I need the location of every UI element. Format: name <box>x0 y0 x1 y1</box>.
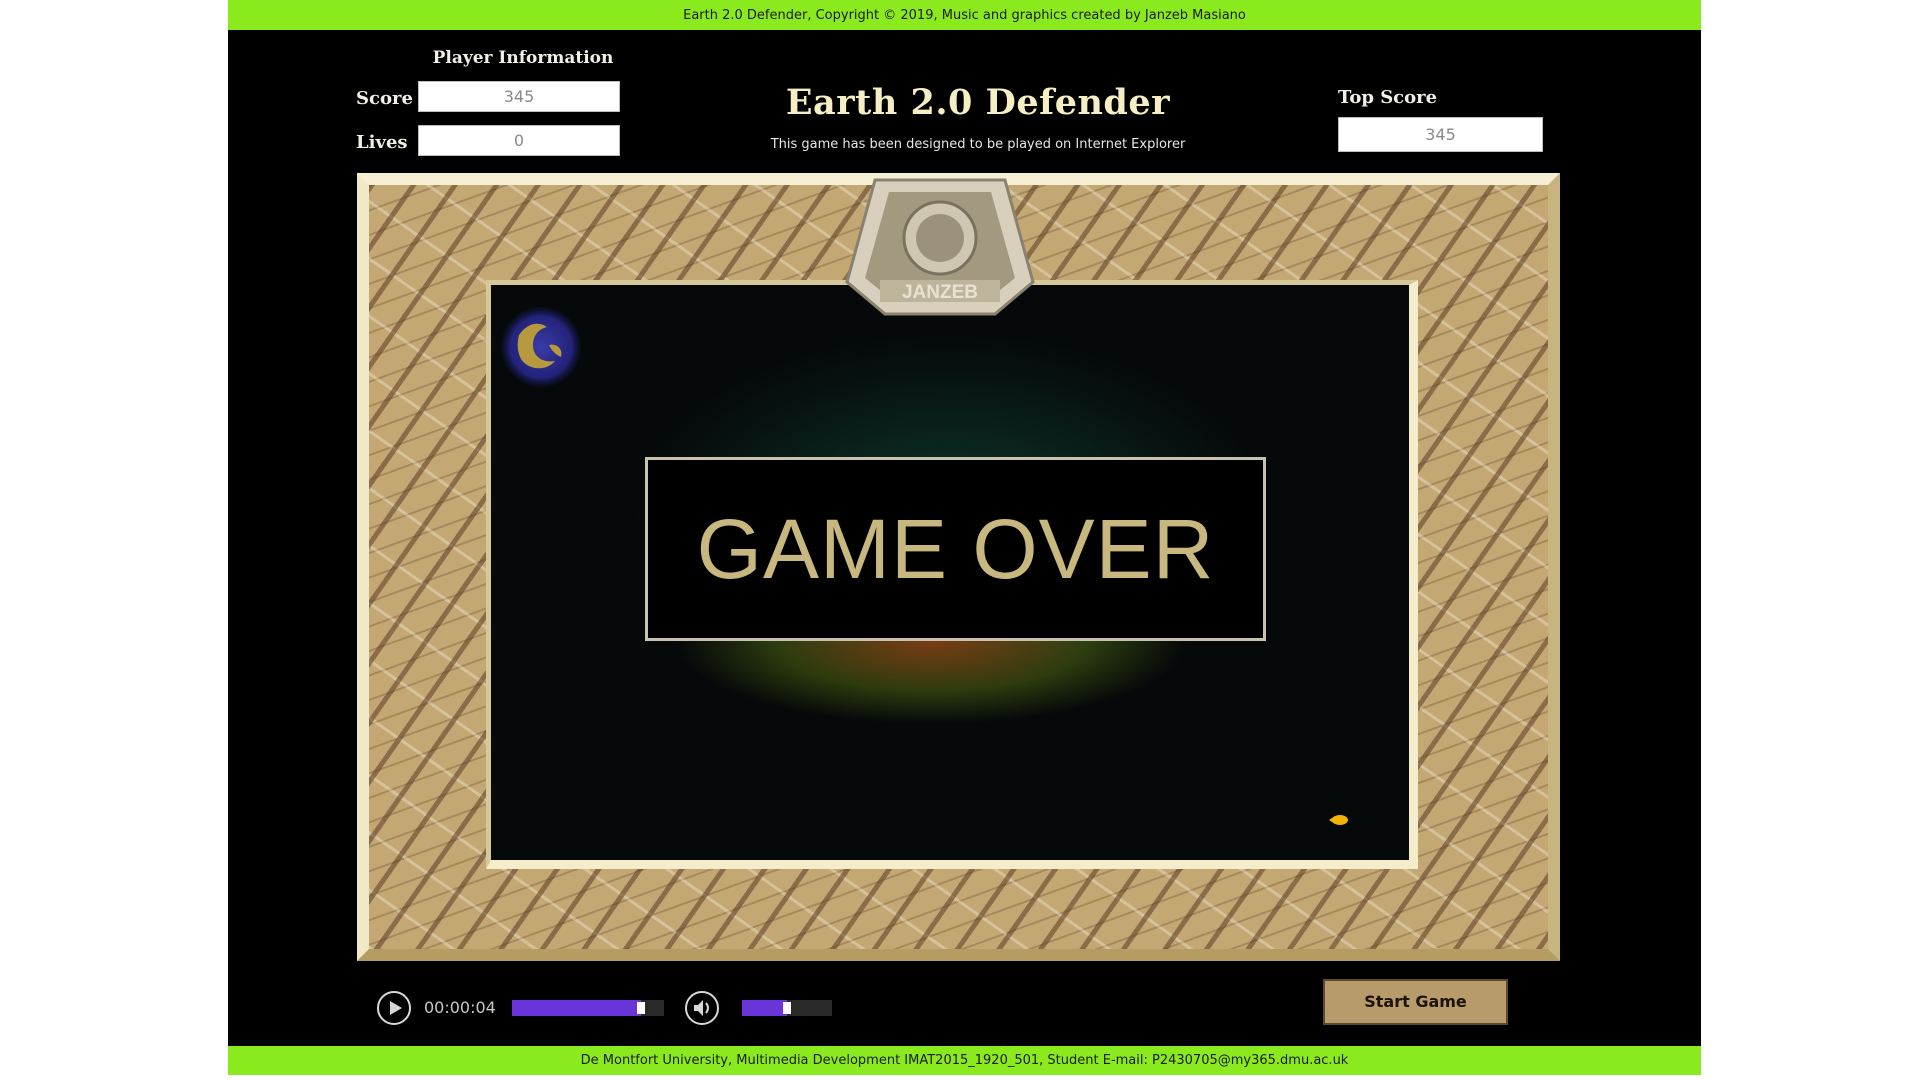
score-label: Score <box>356 88 413 109</box>
seek-slider[interactable] <box>512 1000 664 1016</box>
lives-field: 0 <box>418 125 620 156</box>
ship-icon <box>1329 815 1348 825</box>
game-canvas[interactable]: GAME OVER <box>486 280 1418 869</box>
seek-thumb[interactable] <box>637 1002 646 1014</box>
player-info-heading: Player Information <box>432 48 614 68</box>
start-game-button[interactable]: Start Game <box>1323 979 1508 1025</box>
game-page: Earth 2.0 Defender, Copyright © 2019, Mu… <box>228 0 1701 1075</box>
planet-icon <box>501 307 581 387</box>
playback-time: 00:00:04 <box>424 998 496 1017</box>
top-score-field: 345 <box>1338 117 1543 152</box>
seek-progress <box>512 1000 642 1016</box>
game-over-panel: GAME OVER <box>645 457 1266 641</box>
emblem-icon: JANZEB <box>845 178 1035 316</box>
footer-bar: De Montfort University, Multimedia Devel… <box>228 1046 1701 1075</box>
top-score-label: Top Score <box>1338 87 1438 108</box>
volume-icon[interactable] <box>684 990 720 1026</box>
volume-slider[interactable] <box>742 1000 832 1016</box>
volume-level <box>742 1000 787 1016</box>
score-field: 345 <box>418 81 620 112</box>
lives-label: Lives <box>356 132 408 153</box>
game-title: Earth 2.0 Defender <box>785 82 1171 123</box>
copyright-bar: Earth 2.0 Defender, Copyright © 2019, Mu… <box>228 0 1701 30</box>
play-icon[interactable] <box>376 990 412 1026</box>
game-subtitle: This game has been designed to be played… <box>770 137 1186 152</box>
volume-thumb[interactable] <box>783 1002 791 1014</box>
emblem-text: JANZEB <box>902 282 978 303</box>
game-over-text: GAME OVER <box>696 501 1215 596</box>
